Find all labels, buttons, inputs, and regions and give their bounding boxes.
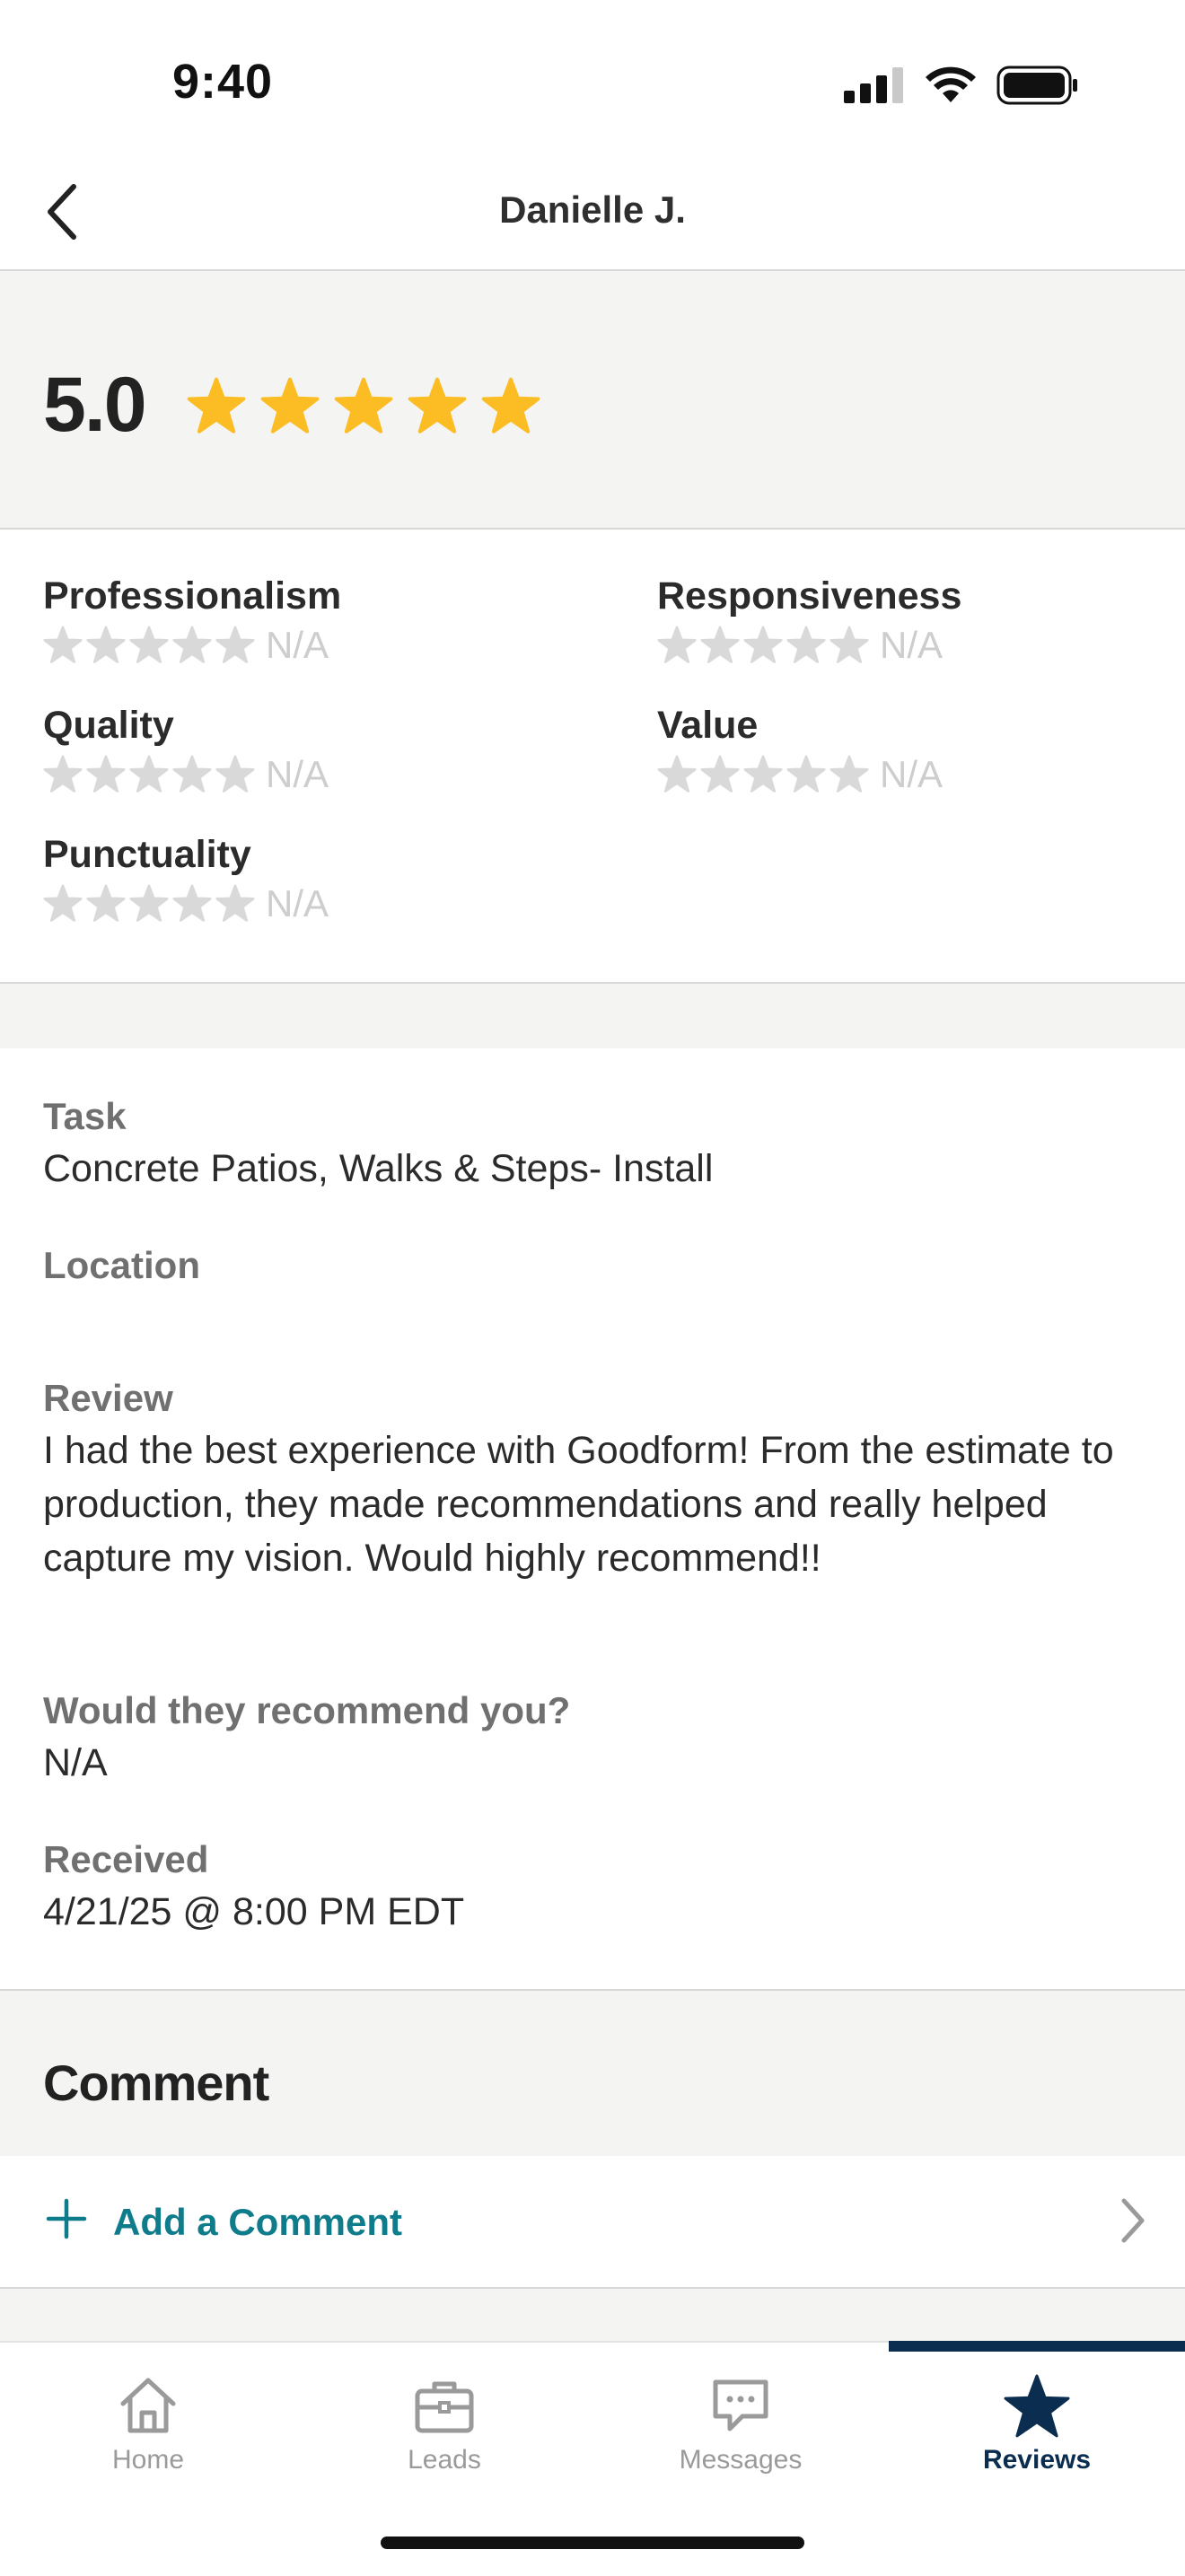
briefcase-icon — [415, 2381, 474, 2433]
star-icon — [86, 626, 126, 663]
rating-responsiveness: Responsiveness N/A — [657, 574, 961, 667]
tab-label: Reviews — [982, 2445, 1092, 2475]
tab-reviews[interactable]: Reviews — [889, 2343, 1185, 2495]
rating-value: N/A — [880, 624, 944, 666]
star-icon — [1004, 2374, 1070, 2438]
star-icon — [830, 626, 869, 663]
section-divider — [0, 982, 1185, 1050]
wifi-icon — [926, 66, 976, 102]
plus-icon — [46, 2198, 87, 2239]
star-icon — [172, 755, 212, 793]
recommend-value: N/A — [43, 1741, 108, 1784]
star-icon — [172, 626, 212, 663]
status-icons — [844, 63, 1079, 108]
location-field: Location — [43, 1244, 1138, 1291]
review-field: Review I had the best experience with Go… — [43, 1377, 1138, 1585]
signal-icon — [844, 67, 903, 103]
received-label: Received — [43, 1838, 209, 1880]
chat-icon — [713, 2379, 768, 2431]
star-icon — [743, 755, 783, 793]
tab-home[interactable]: Home — [0, 2343, 296, 2495]
status-time: 9:40 — [172, 55, 274, 109]
rating-label: Value — [657, 704, 759, 747]
add-comment-label: Add a Comment — [113, 2201, 403, 2243]
nav-header: Danielle J. — [0, 153, 1185, 271]
received-field: Received 4/21/25 @ 8:00 PM EDT — [43, 1838, 1138, 1939]
add-comment-button[interactable]: Add a Comment — [0, 2156, 1185, 2289]
star-icon — [187, 377, 246, 434]
rating-label: Quality — [43, 704, 174, 747]
star-icon — [657, 755, 697, 793]
received-value: 4/21/25 @ 8:00 PM EDT — [43, 1890, 465, 1933]
overall-rating-stars — [187, 377, 540, 436]
rating-punctuality: Punctuality N/A — [43, 833, 329, 925]
empty-stars — [657, 626, 869, 665]
rating-label: Punctuality — [43, 833, 251, 876]
comment-title: Comment — [43, 2055, 269, 2111]
rating-value: N/A — [266, 753, 329, 795]
rating-quality: Quality N/A — [43, 704, 329, 796]
empty-stars — [43, 626, 255, 665]
rating-label: Responsiveness — [657, 574, 962, 618]
rating-value: N/A — [266, 624, 329, 666]
tab-messages[interactable]: Messages — [592, 2343, 889, 2495]
star-icon — [786, 755, 826, 793]
battery-icon — [996, 66, 1077, 105]
star-icon — [700, 755, 740, 793]
rating-value-category: Value N/A — [657, 704, 943, 796]
review-text: I had the best experience with Goodform!… — [43, 1429, 1114, 1580]
rating-label: Professionalism — [43, 574, 342, 618]
chevron-right-icon — [1121, 2198, 1145, 2243]
star-icon — [215, 626, 255, 663]
star-icon — [172, 884, 212, 922]
overall-rating-value: 5.0 — [43, 362, 147, 448]
star-icon — [86, 755, 126, 793]
tab-leads[interactable]: Leads — [296, 2343, 592, 2495]
star-icon — [657, 626, 697, 663]
star-icon — [129, 755, 169, 793]
star-icon — [43, 755, 83, 793]
task-field: Task Concrete Patios, Walks & Steps- Ins… — [43, 1095, 1138, 1196]
star-icon — [86, 884, 126, 922]
sub-ratings-section: Professionalism N/A Responsiveness N/A Q… — [0, 530, 1185, 982]
task-label: Task — [43, 1095, 127, 1137]
empty-stars — [43, 884, 255, 924]
rating-value: N/A — [880, 753, 944, 795]
star-icon — [743, 626, 783, 663]
star-icon — [334, 377, 393, 434]
comment-section-header: Comment — [0, 1989, 1185, 2158]
tab-label: Messages — [679, 2445, 803, 2475]
star-icon — [215, 755, 255, 793]
star-icon — [43, 626, 83, 663]
recommend-field: Would they recommend you? N/A — [43, 1689, 1138, 1790]
empty-stars — [657, 755, 869, 794]
star-icon — [43, 884, 83, 922]
home-indicator — [381, 2537, 804, 2549]
star-icon — [260, 377, 320, 434]
rating-value: N/A — [266, 882, 329, 924]
task-value: Concrete Patios, Walks & Steps- Install — [43, 1147, 714, 1190]
review-details: Task Concrete Patios, Walks & Steps- Ins… — [0, 1048, 1185, 1989]
rating-professionalism: Professionalism N/A — [43, 574, 341, 667]
star-icon — [481, 377, 540, 434]
star-icon — [408, 377, 467, 434]
star-icon — [129, 884, 169, 922]
star-icon — [700, 626, 740, 663]
location-label: Location — [43, 1244, 200, 1286]
star-icon — [215, 884, 255, 922]
star-icon — [830, 755, 869, 793]
content-bottom-spacer — [0, 2289, 1185, 2343]
star-icon — [129, 626, 169, 663]
tab-label: Home — [111, 2445, 185, 2475]
overall-rating-section: 5.0 — [0, 271, 1185, 530]
review-label: Review — [43, 1377, 173, 1419]
tab-label: Leads — [408, 2445, 481, 2475]
star-icon — [786, 626, 826, 663]
home-icon — [120, 2378, 176, 2433]
page-title: Danielle J. — [499, 188, 686, 231]
empty-stars — [43, 755, 255, 794]
recommend-label: Would they recommend you? — [43, 1689, 571, 1731]
